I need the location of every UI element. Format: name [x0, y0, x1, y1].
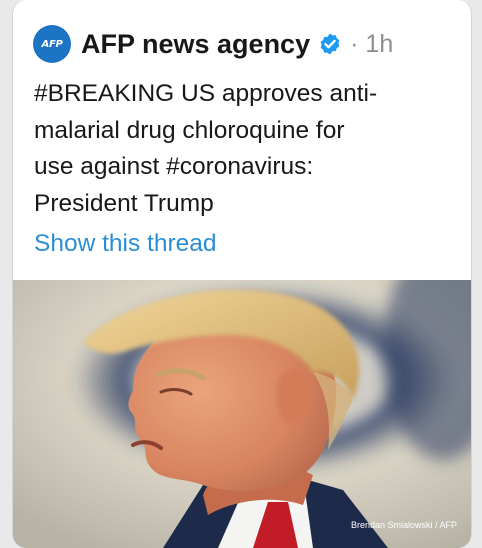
tweet-header: AFP AFP news agency · 1h [33, 25, 393, 63]
avatar[interactable]: AFP [33, 25, 71, 63]
tweet-text-line: President Trump [34, 189, 214, 217]
tweet-text: #BREAKING US approves anti- malarial dru… [34, 76, 454, 222]
tweet-text-line: malarial drug chloroquine for [34, 116, 345, 144]
photo-illustration [13, 280, 471, 548]
verified-badge-icon [320, 33, 340, 55]
tweet-text-line: #BREAKING US approves anti- [34, 80, 378, 107]
account-name[interactable]: AFP news agency [81, 29, 310, 60]
avatar-logo-text: AFP [41, 38, 63, 50]
show-thread-link[interactable]: Show this thread [34, 226, 217, 262]
tweet-text-line: use against #coronavirus: [34, 153, 314, 180]
tweet-photo[interactable]: Brendan Smialowski / AFP [13, 280, 471, 548]
tweet-card[interactable]: AFP AFP news agency · 1h #BREAKING US ap… [12, 0, 472, 548]
timestamp[interactable]: 1h [365, 30, 393, 59]
separator-dot: · [350, 29, 359, 58]
photo-credit: Brendan Smialowski / AFP [350, 520, 457, 530]
